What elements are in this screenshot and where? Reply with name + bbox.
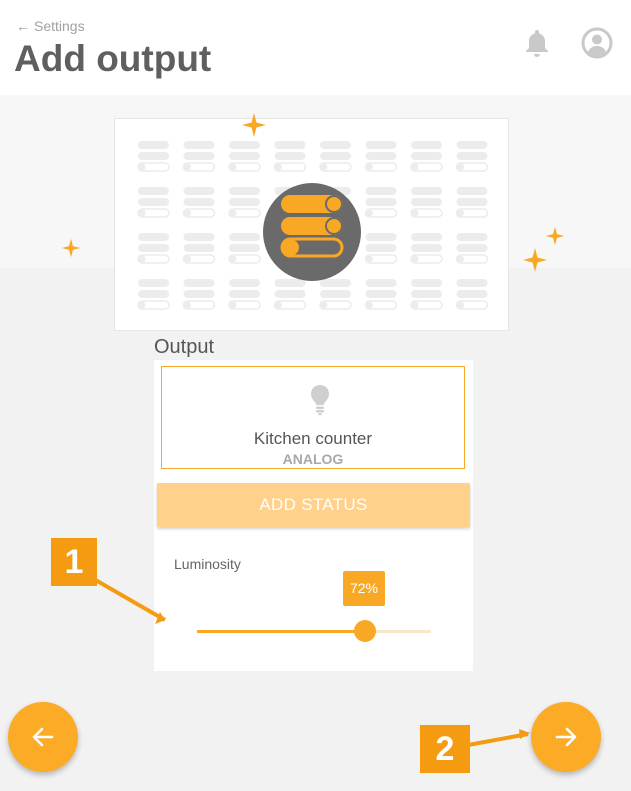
toggle-glyph <box>455 141 489 172</box>
callout-2-arrowhead <box>519 729 530 739</box>
toggle-glyph <box>410 279 443 310</box>
toggle-glyph <box>319 141 352 172</box>
toggle-glyph <box>364 141 398 172</box>
add-status-button[interactable]: ADD STATUS <box>157 483 470 527</box>
toggle-glyph <box>455 233 489 264</box>
toggle-glyph <box>182 233 216 264</box>
sparkle-icon <box>545 226 565 246</box>
back-link[interactable]: ← Settings <box>16 18 85 34</box>
toggle-glyph <box>364 279 398 310</box>
toggle-glyph <box>273 141 307 172</box>
arrow-left-icon <box>32 727 54 747</box>
callout-2: 2 <box>420 725 470 773</box>
toggle-glyph <box>455 187 489 218</box>
toggle-glyph <box>228 279 261 310</box>
callout-2-pointer <box>467 732 529 747</box>
luminosity-slider-fill <box>197 630 366 633</box>
back-button[interactable] <box>8 702 78 772</box>
sparkle-icon <box>242 113 266 137</box>
next-button[interactable] <box>531 702 601 772</box>
back-label: Settings <box>34 18 85 34</box>
toggle-grid-illustration <box>137 141 489 310</box>
toggle-glyph <box>137 279 170 310</box>
toggle-glyph <box>137 233 170 264</box>
user-icon[interactable] <box>581 27 613 59</box>
bell-icon[interactable] <box>524 28 550 58</box>
toggle-glyph <box>364 233 398 264</box>
toggle-glyph <box>410 233 443 264</box>
toggle-glyph <box>137 141 170 172</box>
arrow-right-icon <box>555 727 577 747</box>
toggle-glyph <box>455 279 489 310</box>
toggle-glyph <box>228 233 261 264</box>
luminosity-slider-thumb[interactable] <box>354 620 377 642</box>
page-title: Add output <box>14 38 212 79</box>
toggle-glyph <box>137 187 170 218</box>
output-section-label: Output <box>154 336 215 358</box>
toggle-glyph <box>182 141 216 172</box>
device-name: Kitchen counter <box>253 429 373 448</box>
toggle-glyph <box>319 279 352 310</box>
lightbulb-icon <box>311 385 329 416</box>
outputs-icon <box>263 183 361 281</box>
device-card[interactable]: Kitchen counter ANALOG <box>161 366 465 469</box>
toggle-glyph <box>410 187 443 218</box>
toggle-glyph <box>228 187 261 218</box>
output-panel: Kitchen counter ANALOG ADD STATUS Lumino… <box>154 360 473 671</box>
toggle-glyph <box>364 187 398 218</box>
luminosity-label: Luminosity <box>174 556 241 572</box>
toggle-glyph <box>182 187 216 218</box>
sparkle-icon <box>61 238 81 258</box>
header: ← Settings Add output <box>0 0 631 95</box>
luminosity-value-tooltip: 72% <box>343 571 385 606</box>
sparkle-icon <box>523 248 547 272</box>
toggle-glyph <box>182 279 216 310</box>
toggle-glyph <box>228 141 261 172</box>
toggle-glyph <box>273 279 307 310</box>
device-type: ANALOG <box>282 451 344 467</box>
callout-1: 1 <box>51 538 97 586</box>
hero-illustration <box>114 118 509 331</box>
toggle-glyph <box>410 141 443 172</box>
arrow-left-icon: ← <box>16 18 30 34</box>
luminosity-slider-track[interactable] <box>197 620 431 642</box>
